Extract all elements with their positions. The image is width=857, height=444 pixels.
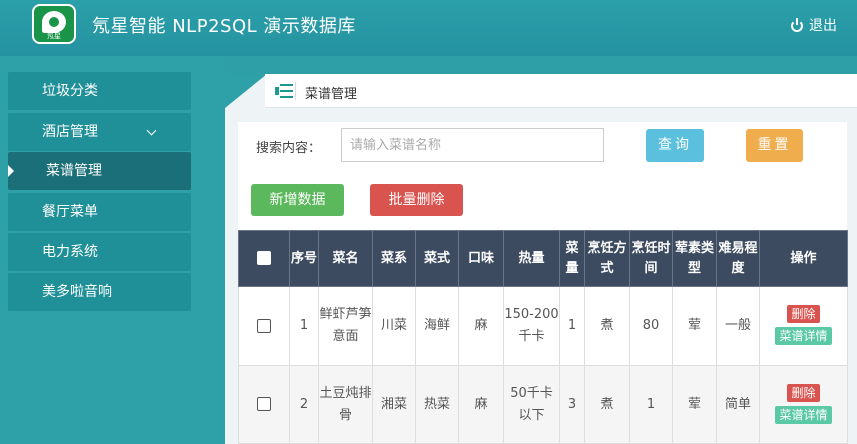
tab-divider <box>295 82 296 100</box>
recipe-table: 序号 菜名 菜系 菜式 口味 热量 菜量 烹饪方式 烹饪时间 荤素类型 难易程度… <box>238 230 848 444</box>
cell-time: 1 <box>629 365 673 444</box>
sidebar-item-hotel[interactable]: 酒店管理 <box>8 113 191 151</box>
logo-text: 氖星 <box>47 32 61 40</box>
search-label: 搜索内容： <box>256 141 322 156</box>
cell-difficulty: 简单 <box>716 365 760 444</box>
reset-button[interactable]: 重置 <box>746 129 803 162</box>
logout-button[interactable]: 退出 <box>790 15 837 35</box>
sidebar-item-restaurant[interactable]: 餐厅菜单 <box>8 193 191 231</box>
cell-calories: 150-200千卡 <box>503 286 560 366</box>
sidebar-item-label: 酒店管理 <box>42 124 98 140</box>
select-all-checkbox[interactable] <box>257 251 271 265</box>
cell-cuisine: 川菜 <box>372 286 416 366</box>
sidebar-item-garbage[interactable]: 垃圾分类 <box>8 72 191 110</box>
app-title: 氖星智能 NLP2SQL 演示数据库 <box>92 16 356 37</box>
cell-calories: 50千卡以下 <box>503 365 560 444</box>
cell-method: 煮 <box>584 365 630 444</box>
sidebar-item-label: 菜谱管理 <box>46 163 102 179</box>
cell-taste: 麻 <box>458 365 504 444</box>
table-header-row: 序号 菜名 菜系 菜式 口味 热量 菜量 烹饪方式 烹饪时间 荤素类型 难易程度… <box>238 230 848 287</box>
sidebar-item-label: 电力系统 <box>42 244 98 260</box>
logout-label: 退出 <box>809 18 837 34</box>
column-header: 难易程度 <box>716 230 760 287</box>
cell-type: 荤 <box>672 365 717 444</box>
column-header: 热量 <box>503 230 560 287</box>
sidebar-item-recipe[interactable]: 菜谱管理 <box>8 152 191 190</box>
sidebar: 垃圾分类 酒店管理 菜谱管理 餐厅菜单 电力系统 美多啦音响 <box>0 56 225 444</box>
column-header: 序号 <box>289 230 319 287</box>
column-header: 菜名 <box>318 230 373 287</box>
cell-id: 1 <box>289 286 319 366</box>
column-header: 口味 <box>458 230 504 287</box>
top-header: 氖星 氖星智能 NLP2SQL 演示数据库 退出 <box>0 0 857 56</box>
cell-name: 土豆炖排骨 <box>318 365 373 444</box>
active-indicator-icon <box>8 165 14 177</box>
tab-recipe[interactable]: 菜谱管理 <box>305 83 357 102</box>
sidebar-item-audio[interactable]: 美多啦音响 <box>8 273 191 311</box>
sidebar-item-label: 垃圾分类 <box>42 83 98 99</box>
search-input[interactable] <box>341 128 604 162</box>
query-button[interactable]: 查询 <box>646 129 704 162</box>
add-data-button[interactable]: 新增数据 <box>251 184 344 216</box>
cell-portion: 3 <box>559 365 585 444</box>
cell-actions: 删除 菜谱详情 <box>759 286 848 366</box>
cell-portion: 1 <box>559 286 585 366</box>
delete-button[interactable]: 删除 <box>787 305 820 323</box>
app-logo: 氖星 <box>32 4 76 44</box>
cell-style: 热菜 <box>415 365 459 444</box>
cell-time: 80 <box>629 286 673 366</box>
column-header: 菜量 <box>559 230 585 287</box>
power-icon <box>790 18 804 32</box>
column-header: 荤素类型 <box>672 230 717 287</box>
cell-style: 海鲜 <box>415 286 459 366</box>
cell-type: 荤 <box>672 286 717 366</box>
content-panel: 搜索内容： 查询 重置 新增数据 批量删除 序号 菜名 菜系 菜式 口味 热量 … <box>238 122 848 444</box>
tab-bar: 菜谱管理 <box>265 74 857 108</box>
main-corner-decoration <box>225 74 267 108</box>
cell-difficulty: 一般 <box>716 286 760 366</box>
row-select-cell <box>238 286 290 366</box>
column-header: 菜系 <box>372 230 416 287</box>
recipe-detail-button[interactable]: 菜谱详情 <box>775 405 832 424</box>
sidebar-item-power[interactable]: 电力系统 <box>8 233 191 271</box>
sidebar-item-label: 餐厅菜单 <box>42 204 98 220</box>
cell-method: 煮 <box>584 286 630 366</box>
cell-cuisine: 湘菜 <box>372 365 416 444</box>
table-row: 1 鲜虾芦笋意面 川菜 海鲜 麻 150-200千卡 1 煮 80 荤 一般 删… <box>238 286 848 366</box>
row-checkbox[interactable] <box>257 397 271 411</box>
column-header: 烹饪方式 <box>584 230 630 287</box>
batch-delete-button[interactable]: 批量删除 <box>370 184 463 216</box>
cell-taste: 麻 <box>458 286 504 366</box>
column-header: 烹饪时间 <box>629 230 673 287</box>
select-all-cell <box>238 230 290 287</box>
cell-actions: 删除 菜谱详情 <box>759 365 848 444</box>
column-header: 菜式 <box>415 230 459 287</box>
row-select-cell <box>238 365 290 444</box>
sidebar-item-label: 美多啦音响 <box>42 284 112 300</box>
chevron-down-icon <box>146 125 157 136</box>
cell-name: 鲜虾芦笋意面 <box>318 286 373 366</box>
table-row: 2 土豆炖排骨 湘菜 热菜 麻 50千卡以下 3 煮 1 荤 简单 删除 菜谱详… <box>238 365 848 444</box>
column-header: 操作 <box>759 230 848 287</box>
chat-bubble-icon <box>42 11 66 33</box>
row-checkbox[interactable] <box>257 318 271 333</box>
list-indent-icon <box>275 84 293 98</box>
recipe-detail-button[interactable]: 菜谱详情 <box>775 327 832 345</box>
delete-button[interactable]: 删除 <box>787 383 820 402</box>
cell-id: 2 <box>289 365 319 444</box>
